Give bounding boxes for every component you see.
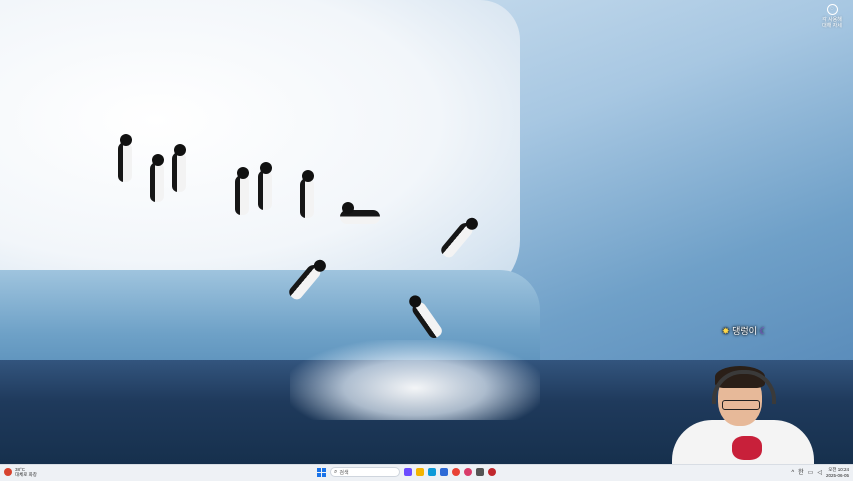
desktop-wallpaper: ◌ 각 사용해 대해 자세 ✸ 댕렁이 ☾ [0, 0, 853, 464]
taskbar: 38°C 대체로 화창 ⌕ 검색 ^ 한 ▭ ◁ 오전 10:24 2025-0… [0, 464, 853, 481]
file-explorer-icon[interactable] [416, 468, 424, 476]
search-icon: ⌕ [334, 469, 338, 475]
clock[interactable]: 오전 10:24 2025-06-05 [826, 467, 849, 479]
stream-overlay-text: ✸ 댕렁이 ☾ [722, 324, 768, 337]
chrome-icon[interactable] [452, 468, 460, 476]
power-ring-icon: ◌ [826, 4, 838, 15]
taskbar-center: ⌕ 검색 [317, 467, 496, 477]
top-right-widget[interactable]: ◌ 각 사용해 대해 자세 [817, 4, 847, 29]
penguin [172, 144, 186, 192]
system-tray: ^ 한 ▭ ◁ 오전 10:24 2025-06-05 [791, 466, 849, 480]
star-icon: ✸ [722, 326, 730, 336]
penguin [235, 167, 249, 215]
ai-app-icon[interactable] [404, 468, 412, 476]
penguin [150, 154, 164, 202]
iceberg-shelf [0, 0, 520, 300]
input-language[interactable]: 한 [798, 466, 804, 480]
volume-icon[interactable]: ◁ [817, 466, 822, 480]
search-placeholder: 검색 [339, 469, 349, 476]
network-icon[interactable]: ▭ [808, 466, 814, 480]
app-icon[interactable] [488, 468, 496, 476]
game-icon[interactable] [476, 468, 484, 476]
penguin [258, 162, 272, 210]
moon-icon: ☾ [759, 326, 768, 336]
start-button[interactable] [317, 467, 326, 477]
webcam-overlay [668, 362, 828, 464]
penguin [340, 202, 380, 224]
shirt-print [732, 436, 762, 460]
clock-date: 2025-06-05 [825, 473, 849, 478]
glasses [722, 400, 760, 410]
weather-widget[interactable]: 38°C 대체로 화창 [4, 467, 37, 477]
weather-desc: 대체로 화창 [15, 472, 37, 477]
tray-chevron-icon[interactable]: ^ [791, 466, 794, 480]
store-icon[interactable] [440, 468, 448, 476]
penguin [118, 134, 132, 182]
sun-icon [4, 468, 12, 476]
widget-line2: 대해 자세 [822, 23, 842, 29]
edge-icon[interactable] [428, 468, 436, 476]
search-box[interactable]: ⌕ 검색 [330, 467, 400, 477]
overlay-label: 댕렁이 [732, 326, 757, 336]
water-splash [290, 340, 540, 420]
video-icon[interactable] [464, 468, 472, 476]
penguin [300, 170, 314, 218]
